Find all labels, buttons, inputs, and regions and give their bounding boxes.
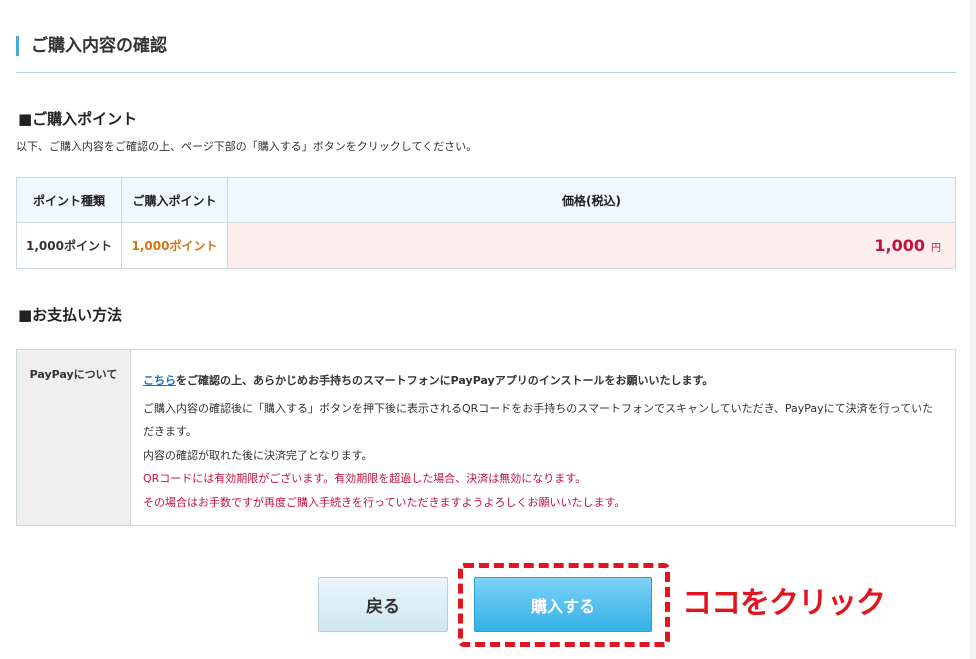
price-cell: 1,000 円 — [227, 222, 956, 269]
table-row: 1,000ポイント 1,000ポイント 1,000 円 — [16, 222, 956, 269]
purchase-points-cell: 1,000ポイント — [121, 222, 228, 269]
paypay-instructions: ご購入内容の確認後に「購入する」ボタンを押下後に表示されるQRコードをお手持ちの… — [143, 401, 934, 439]
back-button[interactable]: 戻る — [318, 577, 448, 632]
column-header-purchase-points: ご購入ポイント — [121, 177, 228, 223]
retry-notice: その場合はお手数ですが再度ご購入手続きを行っていただきますようよろしくお願いいた… — [143, 495, 626, 509]
points-instructions: 以下、ご購入内容をご確認の上、ページ下部の「購入する」ボタンをクリックしてくださ… — [16, 140, 478, 153]
column-header-price: 価格(税込) — [227, 177, 956, 223]
paypay-label: PayPayについて — [17, 350, 131, 525]
points-table: ポイント種類 ご購入ポイント 価格(税込) 1,000ポイント 1,000ポイン… — [16, 177, 956, 269]
paypay-intro: こちらをご確認の上、あらかじめお手持ちのスマートフォンにPayPayアプリのイン… — [143, 369, 943, 393]
point-type-cell: 1,000ポイント — [16, 222, 122, 269]
page-title: ご購入内容の確認 — [16, 36, 167, 56]
qr-expiry-warning: QRコードには有効期限がございます。有効期限を超過した場合、決済は無効になります… — [143, 472, 587, 485]
confirm-card: ご購入内容の確認 ■ご購入ポイント 以下、ご購入内容をご確認の上、ページ下部の「… — [0, 0, 970, 659]
paypay-description: こちらをご確認の上、あらかじめお手持ちのスマートフォンにPayPayアプリのイン… — [131, 350, 955, 525]
column-header-point-type: ポイント種類 — [16, 177, 122, 223]
price-unit: 円 — [931, 243, 941, 254]
click-here-callout: ココをクリック — [682, 586, 886, 621]
points-section-heading: ■ご購入ポイント — [18, 110, 138, 128]
title-divider — [16, 72, 956, 73]
paypay-completion-note: 内容の確認が取れた後に決済完了となります。 — [143, 448, 373, 462]
paypay-intro-text: をご確認の上、あらかじめお手持ちのスマートフォンにPayPayアプリのインストー… — [176, 374, 714, 387]
payment-section-heading: ■お支払い方法 — [18, 306, 123, 324]
purchase-button[interactable]: 購入する — [474, 577, 652, 632]
table-header-row: ポイント種類 ご購入ポイント 価格(税込) — [16, 177, 956, 223]
price-value: 1,000 — [874, 236, 925, 255]
paypay-info-link[interactable]: こちら — [143, 374, 176, 387]
payment-info-box: PayPayについて こちらをご確認の上、あらかじめお手持ちのスマートフォンにP… — [16, 349, 956, 526]
